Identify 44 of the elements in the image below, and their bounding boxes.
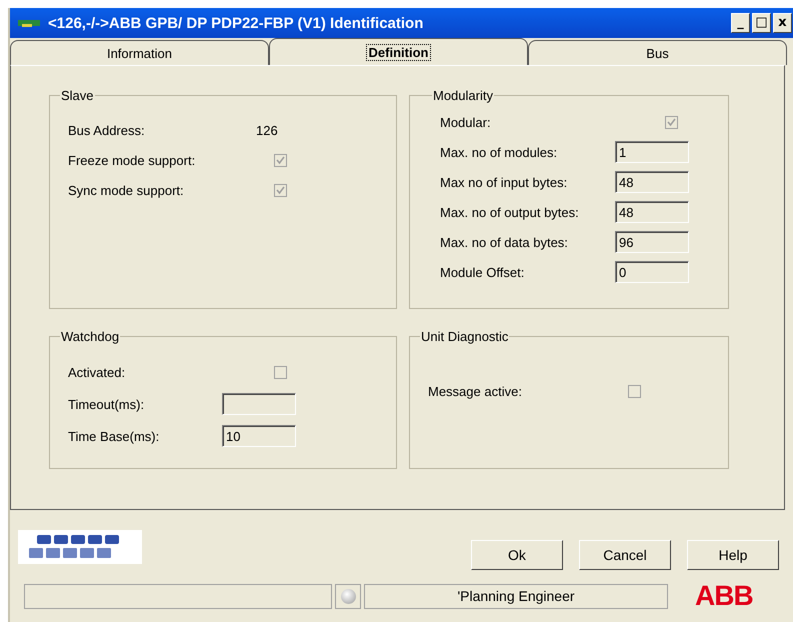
field-label: Module Offset: bbox=[440, 264, 526, 280]
user-role-text: 'Planning Engineer bbox=[364, 584, 668, 608]
value-text: 126 bbox=[256, 122, 278, 138]
input-field[interactable]: 1 bbox=[615, 141, 689, 163]
field-label: Max. no of data bytes: bbox=[440, 234, 569, 250]
field-label: Max. no of output bytes: bbox=[440, 204, 580, 220]
input-field[interactable]: 96 bbox=[615, 231, 689, 253]
dialog-button[interactable]: Help bbox=[687, 540, 779, 570]
input-field[interactable]: 48 bbox=[615, 171, 689, 193]
dialog-button[interactable]: Cancel bbox=[579, 540, 671, 570]
dialog-button[interactable]: Ok bbox=[471, 540, 563, 570]
status-lamp-icon bbox=[340, 588, 356, 604]
field-label: Max. no of modules: bbox=[440, 144, 558, 160]
network-card-icon bbox=[18, 18, 40, 28]
maximize-button[interactable]: □ bbox=[752, 13, 771, 33]
input-field[interactable]: 0 bbox=[615, 261, 689, 283]
group-title: Watchdog bbox=[60, 329, 120, 344]
checkbox[interactable] bbox=[274, 154, 287, 166]
tab[interactable]: Definition bbox=[269, 38, 528, 65]
group-title: Modularity bbox=[432, 88, 494, 103]
window-title: <126,-/->ABB GPB/ DP PDP22-FBP (V1) Identification bbox=[48, 14, 424, 32]
minimize-button[interactable]: _ bbox=[731, 13, 750, 33]
group-title: Slave bbox=[60, 88, 95, 103]
input-field[interactable]: 10 bbox=[222, 425, 296, 447]
field-label: Sync mode support: bbox=[68, 182, 185, 198]
field-label: Bus Address: bbox=[68, 122, 146, 138]
input-field[interactable]: 48 bbox=[615, 201, 689, 223]
field-label: Timeout(ms): bbox=[68, 396, 146, 412]
input-field[interactable] bbox=[222, 393, 296, 415]
checkbox[interactable] bbox=[274, 184, 287, 196]
field-label: Max no of input bytes: bbox=[440, 174, 568, 190]
checkbox[interactable] bbox=[665, 116, 678, 128]
brand-logo: ABB bbox=[695, 580, 753, 612]
close-button[interactable]: x bbox=[773, 13, 792, 33]
group-title: Unit Diagnostic bbox=[420, 329, 510, 344]
field-label: Message active: bbox=[428, 384, 523, 398]
tab[interactable]: Bus bbox=[528, 40, 787, 65]
field-label: Activated: bbox=[68, 364, 126, 380]
checkbox[interactable] bbox=[274, 366, 287, 378]
field-label: Modular: bbox=[440, 114, 492, 130]
tab[interactable]: Information bbox=[10, 40, 269, 65]
field-label: Time Base(ms): bbox=[68, 428, 160, 444]
field-label: Freeze mode support: bbox=[68, 152, 196, 168]
checkbox[interactable] bbox=[628, 384, 641, 398]
